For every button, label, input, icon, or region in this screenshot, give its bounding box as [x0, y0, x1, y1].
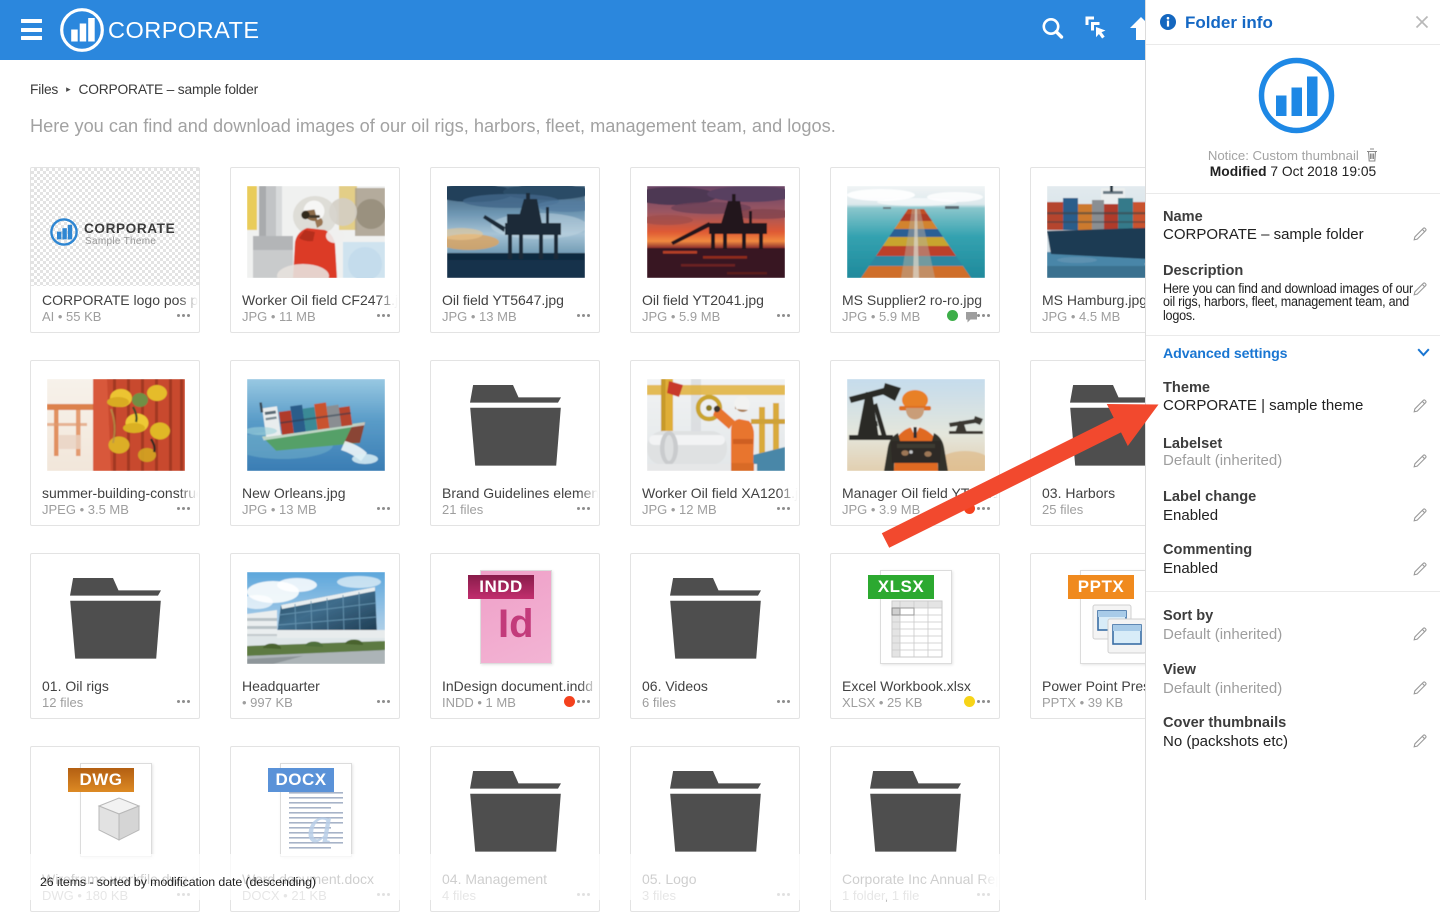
svg-text:a: a — [307, 797, 333, 854]
svg-text:Id: Id — [498, 602, 534, 646]
